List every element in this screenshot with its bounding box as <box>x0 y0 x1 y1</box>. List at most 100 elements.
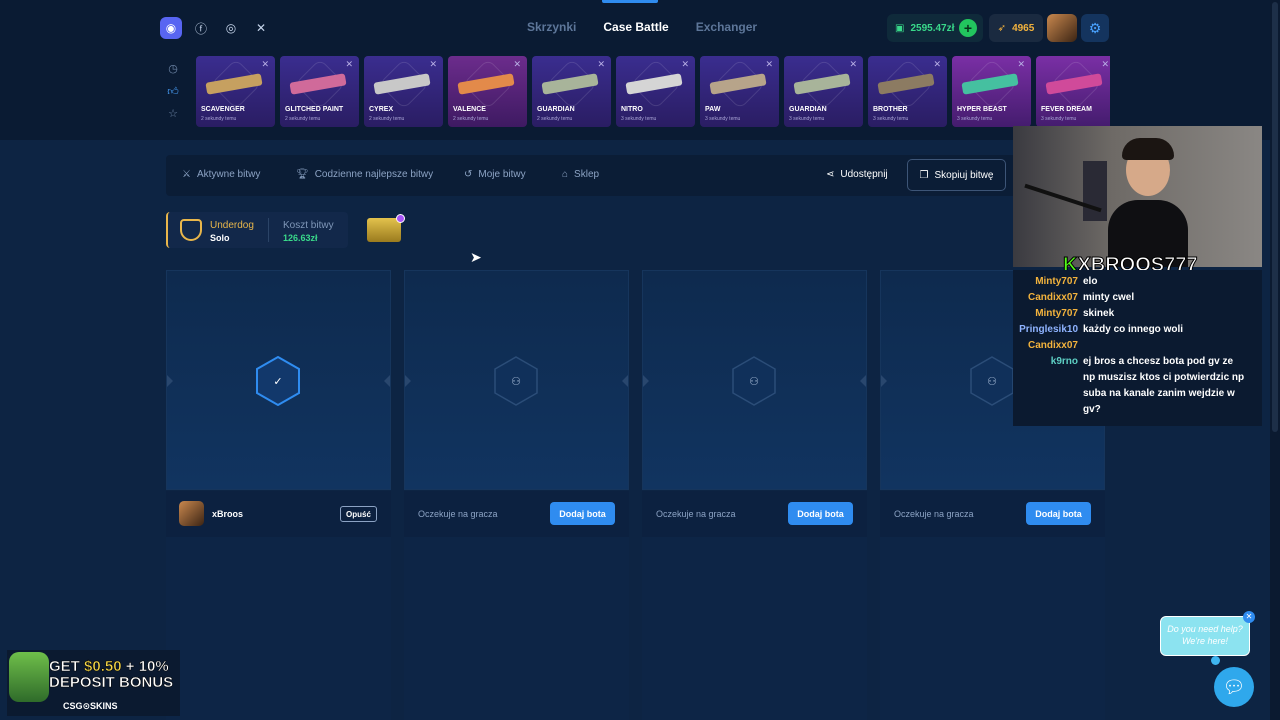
nav-tab-exchanger[interactable]: Exchanger <box>696 20 757 34</box>
copy-battle-label: Skopiuj bitwę <box>934 169 994 181</box>
player-slot-1-footer: xBroos Opuść <box>166 491 391 537</box>
live-drop-item[interactable]: ✕ HYPER BEAST 3 sekundy temu <box>952 56 1031 127</box>
close-icon[interactable]: ✕ <box>1243 611 1255 623</box>
tab-shop-label: Sklep <box>574 169 600 180</box>
gear-icon[interactable]: ⚙ <box>1081 14 1109 42</box>
copy-icon: ❐ <box>919 169 929 181</box>
drop-time: 3 sekundy temu <box>957 116 993 122</box>
help-bubble[interactable]: Do you need help? We're here! ✕ <box>1160 611 1255 656</box>
chat-message: Minty707 elo <box>1013 274 1262 290</box>
mode-label: Underdog <box>210 220 254 231</box>
page-scrollbar[interactable] <box>1270 0 1280 720</box>
drop-name: NITRO <box>621 106 643 113</box>
live-drop-item[interactable]: ✕ GUARDIAN 2 sekundy temu <box>532 56 611 127</box>
live-chat-button[interactable]: 💬︎ <box>1214 667 1254 707</box>
live-drop-item[interactable]: ✕ GLITCHED PAINT 2 sekundy temu <box>280 56 359 127</box>
live-drop-item[interactable]: ✕ FEVER DREAM 3 sekundy temu <box>1036 56 1110 127</box>
discord-icon[interactable]: ◉ <box>160 17 182 39</box>
crossed-swords-icon: ✕ <box>513 59 521 69</box>
promo-banner[interactable]: GET $0.50 + 10% DEPOSIT BONUS CSG⊙SKINS <box>7 650 180 716</box>
add-bot-button[interactable]: Dodaj bota <box>788 502 853 525</box>
battle-tabs: ⚔ Aktywne bitwy 🏆︎ Codzienne najlepsze bit… <box>166 155 1106 196</box>
thumbs-up-icon[interactable]: 👍︎ <box>167 85 179 98</box>
crossed-swords-icon: ✕ <box>681 59 689 69</box>
drop-name: GUARDIAN <box>789 106 827 113</box>
tab-shop[interactable]: ⌂ Sklep <box>562 169 599 180</box>
swords-icon: ⚔ <box>182 169 191 180</box>
chat-username: Pringlesik10 <box>1019 324 1078 335</box>
arrow-right-icon <box>860 375 866 387</box>
chat-username: Minty707 <box>1035 276 1078 287</box>
crossed-swords-icon: ✕ <box>429 59 437 69</box>
promo-character-image <box>9 652 49 702</box>
chat-message: Minty707 skinek <box>1013 306 1262 322</box>
live-drop-item[interactable]: ✕ VALENCE 2 sekundy temu <box>448 56 527 127</box>
player-slot-2-footer: Oczekuje na gracza Dodaj bota <box>404 491 629 537</box>
drop-name: CYREX <box>369 106 394 113</box>
share-button[interactable]: ⋖ Udostępnij <box>826 169 888 180</box>
player-slot-3-footer: Oczekuje na gracza Dodaj bota <box>642 491 867 537</box>
live-drop-item[interactable]: ✕ GUARDIAN 3 sekundy temu <box>784 56 863 127</box>
promo-line-1: GET $0.50 + 10% <box>49 658 169 676</box>
user-avatar[interactable] <box>1047 14 1077 42</box>
arrow-left-icon <box>405 375 411 387</box>
active-nav-indicator <box>602 0 658 3</box>
chat-text <box>1078 338 1248 354</box>
tab-active-battles-label: Aktywne bitwy <box>196 169 261 180</box>
rocket-icon: ➶ <box>997 22 1007 34</box>
live-drop-item[interactable]: ✕ SCAVENGER 2 sekundy temu <box>196 56 275 127</box>
scrollbar-thumb[interactable] <box>1272 2 1278 432</box>
x-icon[interactable]: ✕ <box>250 17 272 39</box>
clock-icon[interactable]: ◷ <box>168 62 178 75</box>
chat-text: elo <box>1083 276 1098 287</box>
drop-time: 3 sekundy temu <box>621 116 657 122</box>
player-slot-2-items <box>404 537 629 720</box>
star-icon[interactable]: ☆ <box>168 107 178 120</box>
live-drop-item[interactable]: ✕ BROTHER 3 sekundy temu <box>868 56 947 127</box>
nav-tab-cases[interactable]: Skrzynki <box>527 20 576 34</box>
copy-battle-button[interactable]: ❐ Skopiuj bitwę <box>907 159 1006 191</box>
drop-time: 3 sekundy temu <box>789 116 825 122</box>
chat-message: Candixx07 <box>1013 338 1262 354</box>
tab-daily-best[interactable]: 🏆︎ Codzienne najlepsze bitwy <box>296 169 433 180</box>
add-bot-button[interactable]: Dodaj bota <box>1026 502 1091 525</box>
wallet-balance[interactable]: ▣ 2595.47zł + <box>887 14 983 42</box>
live-drops-filter: ◷ 👍︎ ☆ <box>160 56 186 126</box>
battle-case-image[interactable] <box>367 214 405 242</box>
live-drop-item[interactable]: ✕ PAW 3 sekundy temu <box>700 56 779 127</box>
wallet-icon: ▣ <box>895 22 905 34</box>
add-bot-button[interactable]: Dodaj bota <box>550 502 615 525</box>
streamer-figure <box>1108 136 1188 267</box>
instagram-icon[interactable]: ◎ <box>220 17 242 39</box>
battle-mode-card: Underdog Solo Koszt bitwy 126.63zł <box>166 212 348 248</box>
drop-name: VALENCE <box>453 106 486 113</box>
waiting-text: Oczekuje na gracza <box>894 509 974 519</box>
live-drop-item[interactable]: ✕ CYREX 2 sekundy temu <box>364 56 443 127</box>
nav-tab-case-battle[interactable]: Case Battle <box>603 20 668 34</box>
tab-my-battles[interactable]: ↺ Moje bitwy <box>464 169 526 180</box>
chat-text: minty cwel <box>1083 292 1135 303</box>
player-slot-3-items <box>642 537 867 720</box>
live-drops-feed: ✕ SCAVENGER 2 sekundy temu ✕ GLITCHED PAINT 2… <box>196 56 1110 127</box>
streamer-hair <box>1122 138 1174 160</box>
arrow-left-icon <box>167 375 173 387</box>
stream-chat: Minty707 elo Candixx07 minty cwel Minty707 sk… <box>1013 270 1262 426</box>
user-icon: ⚇ <box>987 375 997 388</box>
player-slot-1: ✓ <box>166 270 391 490</box>
drop-name: GUARDIAN <box>537 106 575 113</box>
drop-time: 2 sekundy temu <box>537 116 573 122</box>
crossed-swords-icon: ✕ <box>765 59 773 69</box>
top-bar: ◉ ⓕ ◎ ✕ Skrzynki Case Battle Exchanger ▣… <box>0 0 1280 140</box>
cost-value: 126.63zł <box>283 233 318 243</box>
chat-username: Candixx07 <box>1027 292 1078 303</box>
deposit-plus-icon[interactable]: + <box>959 19 977 37</box>
live-drop-item[interactable]: ✕ NITRO 3 sekundy temu <box>616 56 695 127</box>
waiting-text: Oczekuje na gracza <box>656 509 736 519</box>
leave-button[interactable]: Opuść <box>340 506 377 522</box>
facebook-icon[interactable]: ⓕ <box>190 17 212 39</box>
tab-active-battles[interactable]: ⚔ Aktywne bitwy <box>182 169 260 180</box>
basket-icon: ⌂ <box>562 169 569 180</box>
user-icon: ⚇ <box>511 375 521 388</box>
points-balance[interactable]: ➶ 4965 <box>989 14 1043 42</box>
balance-amount: 2595.47zł <box>910 22 955 34</box>
